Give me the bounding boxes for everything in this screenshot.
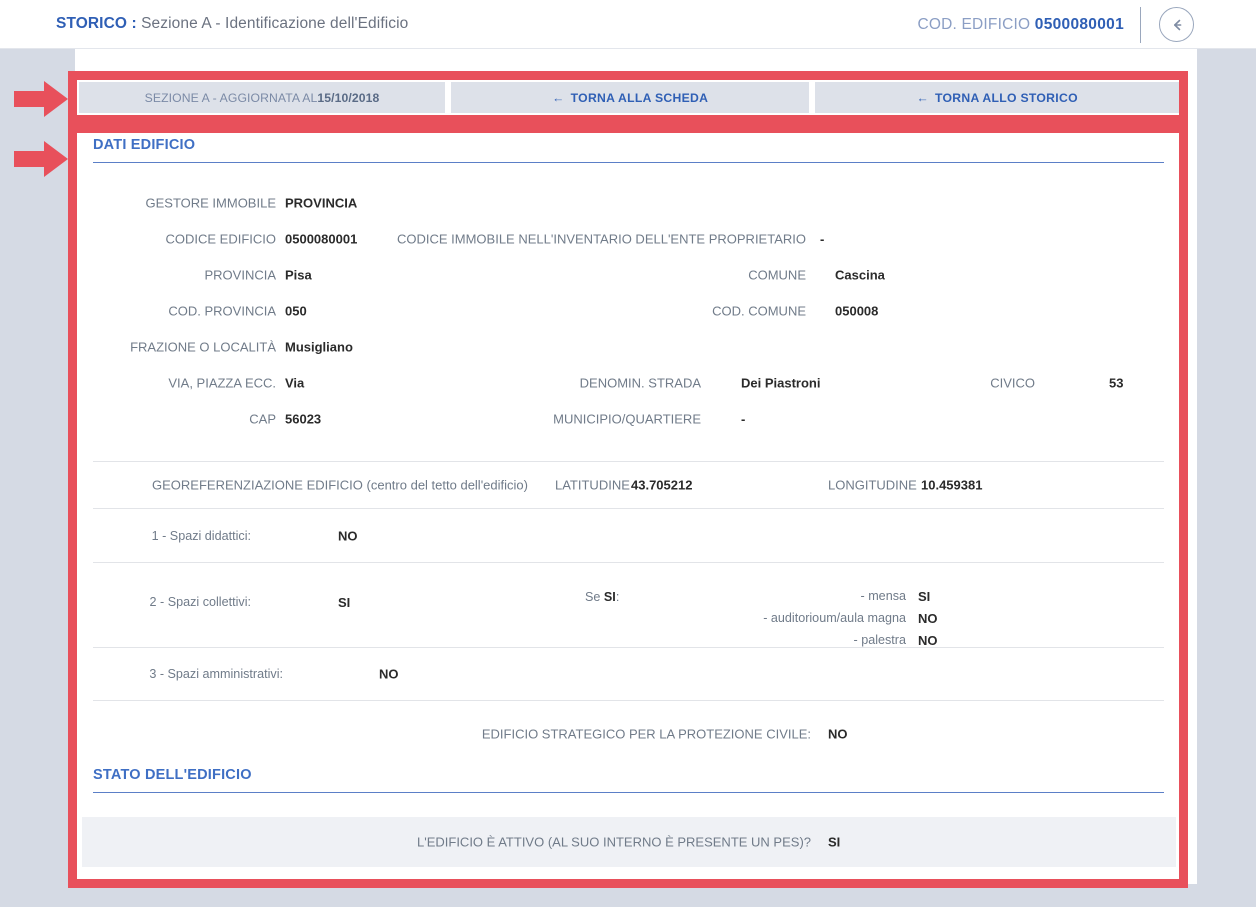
- field-rows: GESTORE IMMOBILE PROVINCIA CODICE EDIFIC…: [82, 163, 1176, 867]
- civico-value: 53: [1109, 376, 1123, 391]
- page-title-rest: Sezione A - Identificazione dell'Edifici…: [137, 15, 409, 32]
- building-code-value: 0500080001: [1035, 16, 1124, 33]
- header-right-group: COD. EDIFICIO 0500080001: [917, 0, 1256, 49]
- building-code-display: COD. EDIFICIO 0500080001: [917, 16, 1124, 34]
- edificio-strategico-label: EDIFICIO STRATEGICO PER LA PROTEZIONE CI…: [93, 727, 811, 742]
- codice-edificio-label: CODICE EDIFICIO: [93, 232, 276, 247]
- row-edificio-strategico: EDIFICIO STRATEGICO PER LA PROTEZIONE CI…: [93, 701, 1164, 767]
- row-spazi-didattici: 1 - Spazi didattici: NO: [93, 509, 1164, 562]
- row-spazi-amministrativi: 3 - Spazi amministrativi: NO: [93, 648, 1164, 700]
- cod-provincia-label: COD. PROVINCIA: [93, 304, 276, 319]
- codice-inventario-label: CODICE IMMOBILE NELL'INVENTARIO DELL'ENT…: [323, 232, 806, 247]
- se-si-prefix: Se: [585, 590, 604, 604]
- annotation-arrow-button-bar: [14, 79, 70, 119]
- section-status-date: 15/10/2018: [317, 91, 379, 105]
- provincia-label: PROVINCIA: [93, 268, 276, 283]
- annotation-arrow-main-panel: [14, 139, 70, 179]
- header-divider: [1140, 7, 1141, 43]
- edificio-attivo-label: L'EDIFICIO È ATTIVO (AL SUO INTERNO È PR…: [93, 835, 811, 850]
- row-cap: CAP 56023 MUNICIPIO/QUARTIERE -: [93, 401, 1164, 437]
- back-button[interactable]: [1159, 7, 1194, 42]
- municipio-value: -: [741, 412, 745, 427]
- civico-label: CIVICO: [923, 376, 1035, 391]
- building-code-label: COD. EDIFICIO: [917, 16, 1030, 33]
- arrow-left-icon: ←: [552, 91, 565, 105]
- cod-comune-label: COD. COMUNE: [523, 304, 806, 319]
- spazi-collettivi-label: 2 - Spazi collettivi:: [93, 595, 251, 609]
- codice-inventario-value: -: [820, 232, 824, 247]
- cod-provincia-value: 050: [285, 304, 307, 319]
- edificio-strategico-value: NO: [828, 727, 848, 742]
- section-button-bar: SEZIONE A - AGGIORNATA AL 15/10/2018 ← TO…: [79, 82, 1179, 113]
- denom-strada-label: DENOMIN. STRADA: [423, 376, 701, 391]
- section-status-prefix: SEZIONE A - AGGIORNATA AL: [145, 91, 318, 105]
- back-to-history-button[interactable]: ← TORNA ALLO STORICO: [815, 82, 1179, 113]
- page-title-prefix: STORICO :: [56, 15, 137, 32]
- row-frazione: FRAZIONE O LOCALITÀ Musigliano: [93, 329, 1164, 365]
- cap-value: 56023: [285, 412, 321, 427]
- section-title-dati-edificio: DATI EDIFICIO: [82, 131, 1176, 153]
- se-si-label: Se SI:: [585, 590, 619, 604]
- provincia-value: Pisa: [285, 268, 312, 283]
- gestore-immobile-label: GESTORE IMMOBILE: [93, 196, 276, 211]
- mensa-value: SI: [918, 589, 930, 604]
- row-gestore-immobile: GESTORE IMMOBILE PROVINCIA: [93, 185, 1164, 221]
- georeferenziazione-label: GEOREFERENZIAZIONE EDIFICIO (centro del …: [152, 478, 528, 493]
- se-si-bold: SI: [604, 590, 616, 604]
- longitudine-value: 10.459381: [921, 478, 982, 493]
- spazi-didattici-label: 1 - Spazi didattici:: [93, 529, 251, 543]
- municipio-label: MUNICIPIO/QUARTIERE: [423, 412, 701, 427]
- palestra-label: - palestra: [733, 633, 906, 647]
- section-title-stato-edificio: STATO DELL'EDIFICIO: [93, 767, 1164, 783]
- arrow-left-circle-icon: [1168, 16, 1186, 34]
- palestra-value: NO: [918, 633, 938, 648]
- spazi-amministrativi-label: 3 - Spazi amministrativi:: [93, 667, 283, 681]
- row-edificio-attivo: L'EDIFICIO È ATTIVO (AL SUO INTERNO È PR…: [93, 817, 1164, 867]
- via-value: Via: [285, 376, 304, 391]
- gestore-immobile-value: PROVINCIA: [285, 196, 357, 211]
- comune-label: COMUNE: [523, 268, 806, 283]
- building-data-form: DATI EDIFICIO GESTORE IMMOBILE PROVINCIA…: [82, 131, 1176, 881]
- row-via: VIA, PIAZZA ECC. Via DENOMIN. STRADA Dei…: [93, 365, 1164, 401]
- back-to-card-button[interactable]: ← TORNA ALLA SCHEDA: [451, 82, 809, 113]
- page-title: STORICO : Sezione A - Identificazione de…: [56, 15, 408, 33]
- via-label: VIA, PIAZZA ECC.: [93, 376, 276, 391]
- comune-value: Cascina: [835, 268, 885, 283]
- row-provincia: PROVINCIA Pisa COMUNE Cascina: [93, 257, 1164, 293]
- frazione-value: Musigliano: [285, 340, 353, 355]
- section-status-button[interactable]: SEZIONE A - AGGIORNATA AL 15/10/2018: [79, 82, 445, 113]
- se-si-suffix: :: [616, 590, 620, 604]
- arrow-left-icon-2: ←: [917, 91, 930, 105]
- spazi-amministrativi-value: NO: [379, 667, 399, 682]
- back-to-history-label: TORNA ALLO STORICO: [935, 91, 1078, 105]
- cap-label: CAP: [93, 412, 276, 427]
- app-header: STORICO : Sezione A - Identificazione de…: [0, 0, 1256, 49]
- row-georeferenziazione: GEOREFERENZIAZIONE EDIFICIO (centro del …: [93, 462, 1164, 508]
- auditorium-value: NO: [918, 611, 938, 626]
- row-cod-provincia: COD. PROVINCIA 050 COD. COMUNE 050008: [93, 293, 1164, 329]
- spazi-collettivi-value: SI: [338, 595, 350, 610]
- denom-strada-value: Dei Piastroni: [741, 376, 820, 391]
- latitudine-value: 43.705212: [631, 478, 692, 493]
- back-to-card-label: TORNA ALLA SCHEDA: [571, 91, 709, 105]
- spazi-didattici-value: NO: [338, 528, 358, 543]
- frazione-label: FRAZIONE O LOCALITÀ: [93, 340, 276, 355]
- longitudine-label: LONGITUDINE: [828, 478, 917, 493]
- latitudine-label: LATITUDINE: [555, 478, 630, 493]
- row-spazi-collettivi: 2 - Spazi collettivi: SI Se SI: - mensa …: [93, 563, 1164, 647]
- cod-comune-value: 050008: [835, 304, 878, 319]
- mensa-label: - mensa: [733, 589, 906, 603]
- row-codice-edificio: CODICE EDIFICIO 0500080001 CODICE IMMOBI…: [93, 221, 1164, 257]
- auditorium-label: - auditorioum/aula magna: [733, 611, 906, 625]
- edificio-attivo-value: SI: [828, 835, 840, 850]
